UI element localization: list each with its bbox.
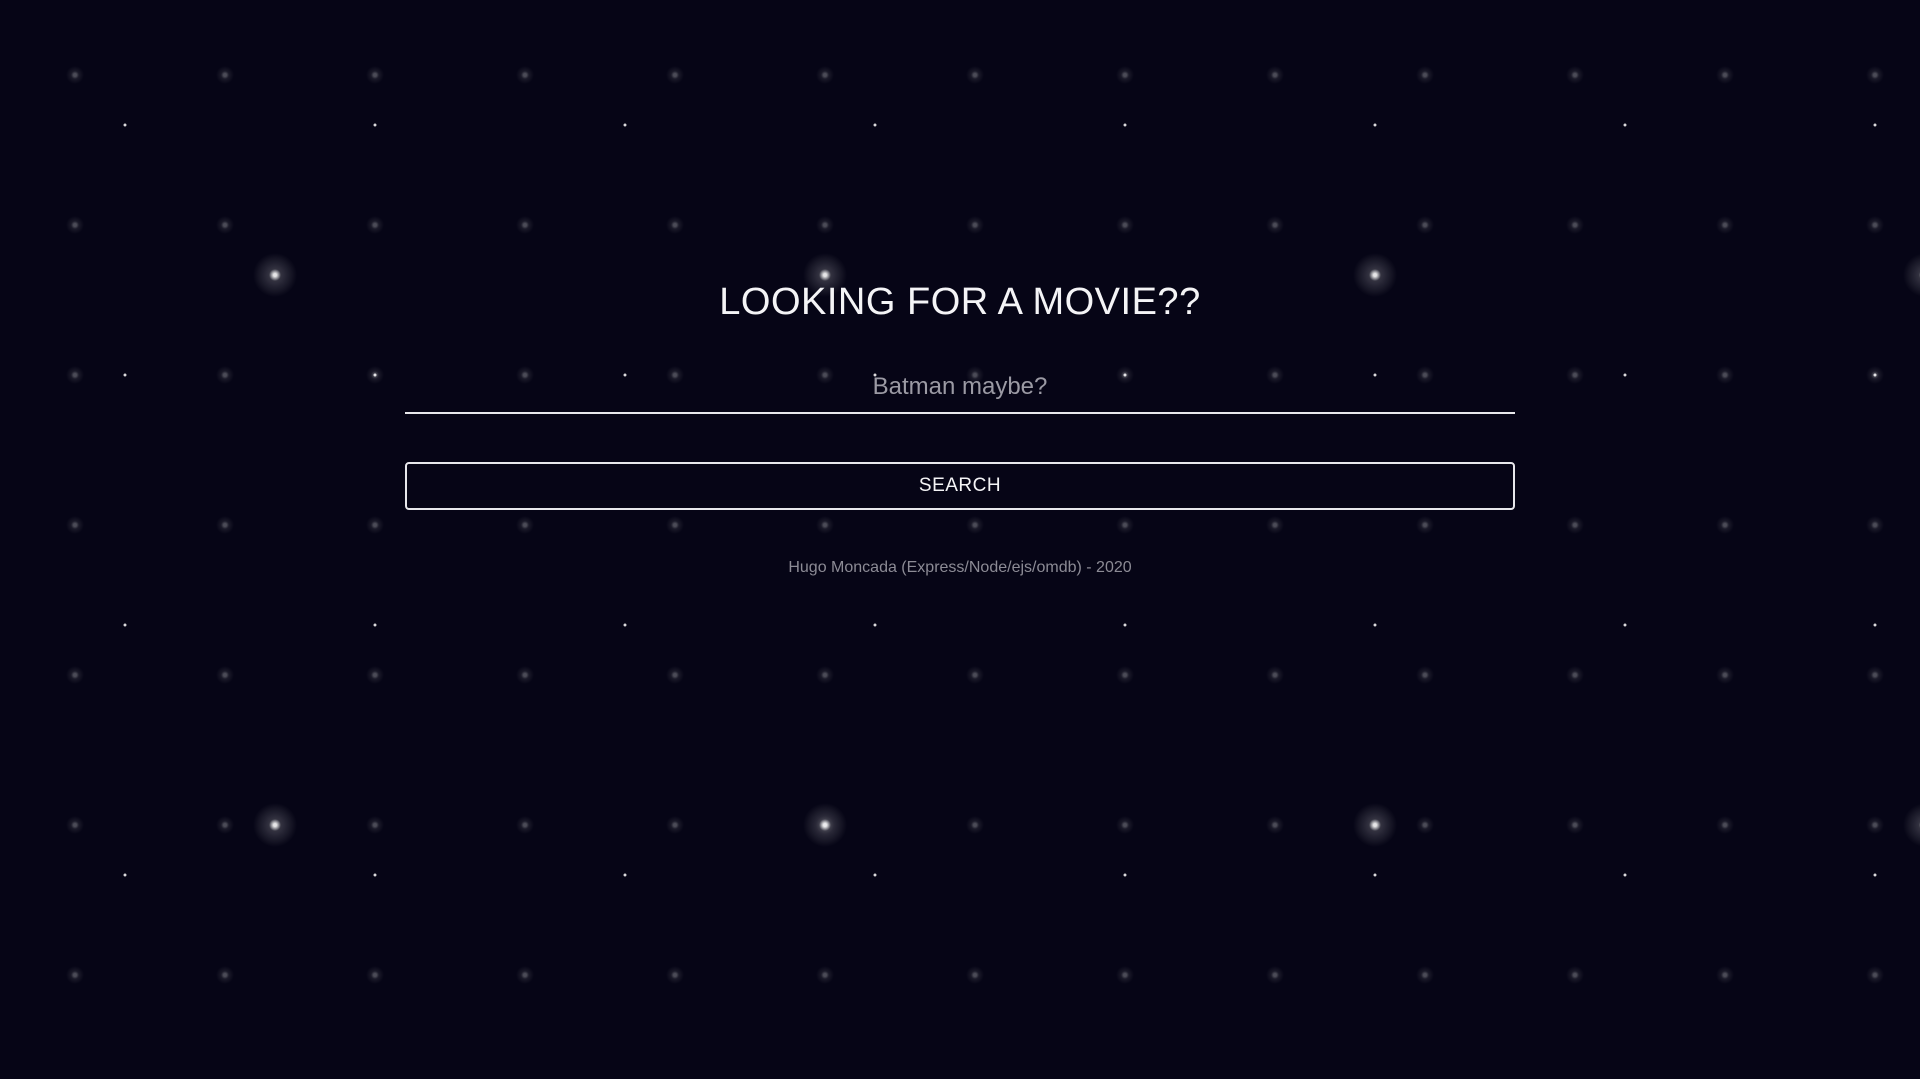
footer-credit: Hugo Moncada (Express/Node/ejs/omdb) - 2…: [788, 559, 1132, 576]
page-background: LOOKING FOR A MOVIE?? SEARCH Hugo Moncad…: [0, 0, 1920, 1079]
search-panel: LOOKING FOR A MOVIE?? SEARCH Hugo Moncad…: [405, 270, 1515, 578]
search-input[interactable]: [405, 362, 1515, 414]
search-form: SEARCH: [405, 362, 1515, 510]
page-title: LOOKING FOR A MOVIE??: [719, 281, 1201, 323]
search-button[interactable]: SEARCH: [405, 462, 1515, 510]
